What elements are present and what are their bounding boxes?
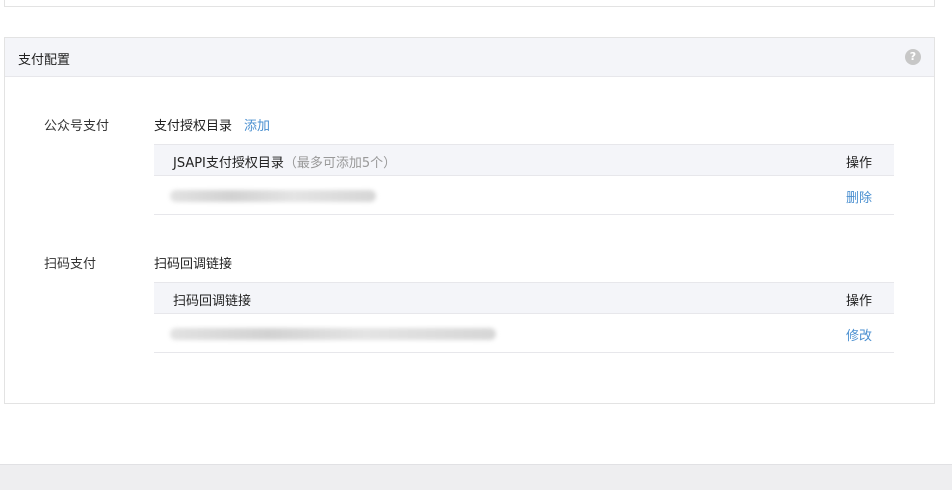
scan-callback-title: 扫码回调链接 bbox=[154, 257, 233, 272]
column-header-directory-text: JSAPI支付授权目录 bbox=[173, 156, 284, 171]
panel-title: 支付配置 bbox=[18, 53, 71, 68]
help-icon[interactable]: ? bbox=[905, 49, 921, 65]
column-header-callback: 扫码回调链接 bbox=[173, 294, 252, 309]
column-header-action: 操作 bbox=[845, 156, 872, 171]
delete-link[interactable]: 删除 bbox=[846, 187, 872, 206]
column-header-hint: （最多可添加5个） bbox=[283, 156, 397, 171]
table-row: 修改 bbox=[154, 314, 894, 353]
table-header: JSAPI支付授权目录（最多可添加5个） 操作 bbox=[154, 144, 894, 176]
redacted-callback-value bbox=[170, 328, 496, 340]
table-row: 删除 bbox=[154, 176, 894, 215]
footer-bar bbox=[0, 464, 952, 490]
column-header-action: 操作 bbox=[845, 294, 872, 309]
edit-link[interactable]: 修改 bbox=[846, 325, 872, 344]
column-header-directory: JSAPI支付授权目录（最多可添加5个） bbox=[173, 152, 396, 171]
scan-pay-label: 扫码支付 bbox=[44, 257, 97, 272]
auth-directory-title-text: 支付授权目录 bbox=[154, 119, 233, 134]
previous-panel-bottom bbox=[4, 0, 935, 7]
add-directory-link[interactable]: 添加 bbox=[244, 119, 270, 134]
payment-config-panel: 支付配置 ? 公众号支付 支付授权目录 添加 JSAPI支付授权目录（最多可添加5… bbox=[4, 37, 935, 404]
official-account-pay-label: 公众号支付 bbox=[44, 119, 110, 134]
panel-header: 支付配置 ? bbox=[5, 38, 934, 77]
auth-directory-title: 支付授权目录 添加 bbox=[154, 115, 270, 134]
scan-callback-table: 扫码回调链接 操作 修改 bbox=[154, 282, 894, 353]
jsapi-directory-table: JSAPI支付授权目录（最多可添加5个） 操作 删除 bbox=[154, 144, 894, 215]
redacted-directory-value bbox=[170, 190, 376, 202]
table-header: 扫码回调链接 操作 bbox=[154, 282, 894, 314]
